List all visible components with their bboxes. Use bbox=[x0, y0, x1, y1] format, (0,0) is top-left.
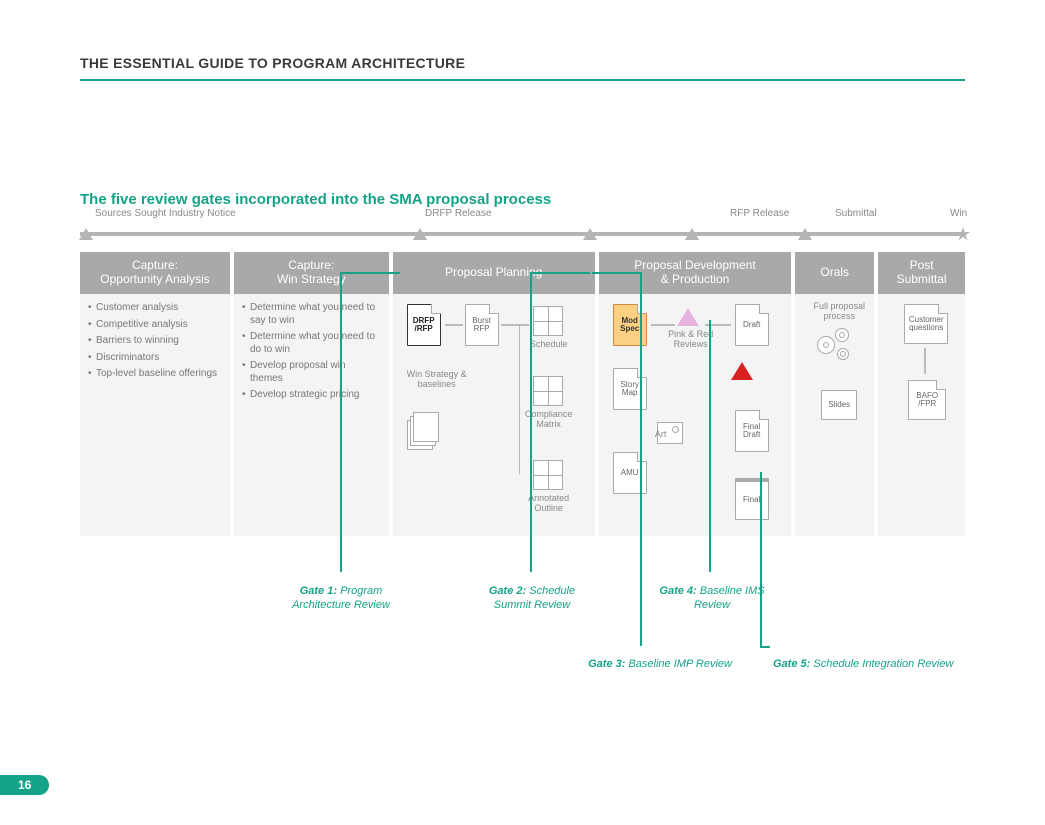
phase-proposal-development: Proposal Development & Production Mod Sp… bbox=[599, 252, 792, 536]
gate-connector bbox=[530, 272, 590, 274]
phase-title-line: Post bbox=[882, 259, 961, 273]
annotated-label: Annotated Outline bbox=[519, 494, 579, 514]
final-doc-icon: Final bbox=[735, 478, 769, 520]
arrow bbox=[445, 324, 463, 326]
gate-connector bbox=[340, 272, 400, 274]
timeline-star-icon: ★ bbox=[955, 224, 971, 245]
phase-title-line: Submittal bbox=[882, 273, 961, 287]
drfp-doc-icon: DRFP /RFP bbox=[407, 304, 441, 346]
post-diagram: Customer questions BAFO /FPR bbox=[886, 302, 957, 528]
phase-orals: Orals Full proposal process Slides bbox=[795, 252, 874, 536]
schedule-table-icon bbox=[533, 306, 563, 336]
bullet: Develop strategic pricing bbox=[242, 389, 381, 402]
document-title: THE ESSENTIAL GUIDE TO PROGRAM ARCHITECT… bbox=[80, 55, 965, 71]
gates-area: Gate 1: Program Architecture Review Gate… bbox=[80, 542, 965, 682]
customer-questions-doc-icon: Customer questions bbox=[904, 304, 948, 344]
page-header: THE ESSENTIAL GUIDE TO PROGRAM ARCHITECT… bbox=[0, 0, 1045, 81]
bullet: Develop proposal win themes bbox=[242, 360, 381, 385]
red-review-icon bbox=[731, 362, 753, 380]
timeline-bar bbox=[80, 232, 965, 236]
finaldraft-doc-icon: Final Draft bbox=[735, 410, 769, 452]
schedule-label: Schedule bbox=[519, 340, 579, 350]
burst-rfp-doc-icon: Burst RFP bbox=[465, 304, 499, 346]
compliance-table-icon bbox=[533, 376, 563, 406]
phase-capture-opportunity: Capture: Opportunity Analysis Customer a… bbox=[80, 252, 230, 536]
pink-review-icon bbox=[677, 308, 699, 326]
phase-capture-winstrategy: Capture: Win Strategy Determine what you… bbox=[234, 252, 389, 536]
gate-connector bbox=[709, 320, 711, 572]
orals-diagram: Full proposal process Slides bbox=[803, 302, 866, 528]
timeline-tick-icon bbox=[413, 228, 427, 240]
phase-post-submittal: Post Submittal Customer questions BAFO /… bbox=[878, 252, 965, 536]
slides-doc-icon: Slides bbox=[821, 390, 857, 420]
phase-header: Orals bbox=[795, 252, 874, 294]
gate-label: Gate 3: Baseline IMP Review bbox=[552, 657, 732, 671]
arrow bbox=[519, 324, 521, 474]
arrow bbox=[501, 324, 529, 326]
phase-title-line: Proposal Development bbox=[603, 259, 788, 273]
gate-label: Gate 1: Program Architecture Review bbox=[276, 584, 406, 613]
phases-row: Capture: Opportunity Analysis Customer a… bbox=[80, 252, 965, 536]
arrow bbox=[924, 348, 926, 374]
section-title: The five review gates incorporated into … bbox=[80, 191, 965, 208]
phase-body: Full proposal process Slides bbox=[795, 294, 874, 536]
bafo-doc-icon: BAFO /FPR bbox=[908, 380, 946, 420]
main-content: The five review gates incorporated into … bbox=[0, 191, 1045, 682]
art-label: Art bbox=[651, 430, 671, 440]
phase-header: Post Submittal bbox=[878, 252, 965, 294]
timeline-tick-icon bbox=[798, 228, 812, 240]
phase-title-line: Opportunity Analysis bbox=[84, 273, 226, 287]
compliance-label: Compliance Matrix bbox=[519, 410, 579, 430]
bullet: Determine what you need to say to win bbox=[242, 302, 381, 327]
timeline-label: DRFP Release bbox=[425, 208, 492, 219]
phase-body: Mod Spec Pink & Red Reviews Draft Story … bbox=[599, 294, 792, 536]
arrow bbox=[651, 324, 675, 326]
gate-connector bbox=[592, 272, 642, 274]
winstrategy-label: Win Strategy & baselines bbox=[401, 370, 473, 390]
gate-connector bbox=[530, 272, 532, 572]
doc-stack-icon bbox=[407, 412, 437, 448]
development-diagram: Mod Spec Pink & Red Reviews Draft Story … bbox=[607, 302, 784, 528]
phase-title-line: Orals bbox=[799, 266, 870, 280]
bullet: Top-level baseline offerings bbox=[88, 368, 222, 381]
gate-label: Gate 5: Schedule Integration Review bbox=[773, 657, 983, 671]
timeline-label: Submittal bbox=[835, 208, 877, 219]
planning-diagram: DRFP /RFP Burst RFP Schedule Compliance … bbox=[401, 302, 587, 528]
timeline: Sources Sought Industry Notice DRFP Rele… bbox=[80, 222, 965, 246]
phase-title-line: Capture: bbox=[238, 259, 385, 273]
bullet: Discriminators bbox=[88, 352, 222, 365]
bullet: Determine what you need to do to win bbox=[242, 331, 381, 356]
timeline-label: Win bbox=[950, 208, 967, 219]
timeline-label: RFP Release bbox=[730, 208, 789, 219]
annotated-table-icon bbox=[533, 460, 563, 490]
draft-doc-icon: Draft bbox=[735, 304, 769, 346]
phase-body: Customer questions BAFO /FPR bbox=[878, 294, 965, 536]
gate-label: Gate 2: Schedule Summit Review bbox=[472, 584, 592, 613]
timeline-label: Sources Sought Industry Notice bbox=[95, 208, 236, 219]
phase-title-line: Capture: bbox=[84, 259, 226, 273]
page-number: 16 bbox=[0, 775, 49, 795]
phase-proposal-planning: Proposal Planning DRFP /RFP Burst RFP Sc… bbox=[393, 252, 595, 536]
gears-icon bbox=[817, 328, 862, 368]
timeline-tick-icon bbox=[583, 228, 597, 240]
phase-title-line: & Production bbox=[603, 273, 788, 287]
gate-connector bbox=[760, 646, 770, 648]
gate-connector bbox=[640, 272, 642, 646]
phase-title-line: Win Strategy bbox=[238, 273, 385, 287]
bullet: Barriers to winning bbox=[88, 335, 222, 348]
gate-connector bbox=[340, 272, 342, 572]
bullet: Competitive analysis bbox=[88, 319, 222, 332]
fullprocess-label: Full proposal process bbox=[803, 302, 875, 322]
bullet: Customer analysis bbox=[88, 302, 222, 315]
phase-body: Customer analysis Competitive analysis B… bbox=[80, 294, 230, 536]
phase-header: Capture: Opportunity Analysis bbox=[80, 252, 230, 294]
gate-connector bbox=[760, 472, 762, 646]
timeline-tick-icon bbox=[79, 228, 93, 240]
gate-label: Gate 4: Baseline IMS Review bbox=[652, 584, 772, 613]
timeline-tick-icon bbox=[685, 228, 699, 240]
header-rule bbox=[80, 79, 965, 81]
phase-body: DRFP /RFP Burst RFP Schedule Compliance … bbox=[393, 294, 595, 536]
phase-body: Determine what you need to say to win De… bbox=[234, 294, 389, 536]
